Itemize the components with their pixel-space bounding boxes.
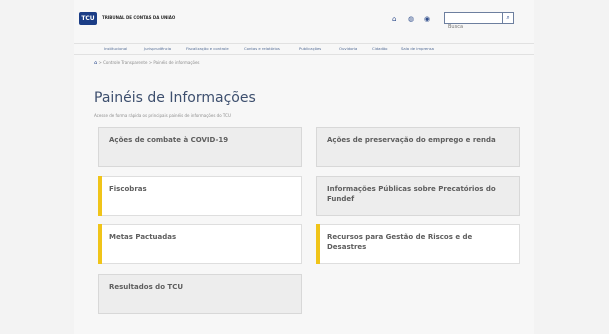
tcu-logo[interactable]: TCU xyxy=(79,12,97,25)
page-subtitle: Acesse de forma rápida os principais pai… xyxy=(94,113,231,118)
breadcrumb-home-icon[interactable]: ⌂ xyxy=(94,60,97,66)
panel-card-label: Informações Públicas sobre Precatórios d… xyxy=(327,185,496,203)
panel-card-covid[interactable]: Ações de combate à COVID-19 xyxy=(98,127,302,167)
nav-item-imprensa[interactable]: Sala de imprensa xyxy=(401,46,434,51)
panel-card-label: Ações de combate à COVID-19 xyxy=(109,136,229,144)
panel-card-precatorios-fundef[interactable]: Informações Públicas sobre Precatórios d… xyxy=(316,176,520,216)
accessibility-icon[interactable]: ◉ xyxy=(424,15,430,23)
panel-card-emprego-renda[interactable]: Ações de preservação do emprego e renda xyxy=(316,127,520,167)
page-title: Painéis de Informações xyxy=(94,90,256,106)
nav-item-contas[interactable]: Contas e relatórios xyxy=(244,46,280,51)
map-icon[interactable]: ◍ xyxy=(408,15,414,23)
panel-card-label: Resultados do TCU xyxy=(109,283,184,291)
nav-item-jurisprudencia[interactable]: Jurisprudência xyxy=(144,46,171,51)
breadcrumb: ⌂ > Controle Transparente > Painéis de i… xyxy=(94,60,200,66)
breadcrumb-item-controle[interactable]: Controle Transparente xyxy=(103,60,147,65)
nav-item-institucional[interactable]: Institucional xyxy=(104,46,127,51)
home-icon[interactable]: ⌂ xyxy=(392,15,396,23)
panel-card-label: Recursos para Gestão de Riscos e de Desa… xyxy=(327,233,473,251)
organization-name[interactable]: TRIBUNAL DE CONTAS DA UNIÃO xyxy=(102,15,175,20)
panel-card-label: Fiscobras xyxy=(109,185,147,193)
breadcrumb-item-paineis: Painéis de informações xyxy=(153,60,200,65)
nav-item-cidadao[interactable]: Cidadão xyxy=(372,46,388,51)
nav-item-fiscalizacao[interactable]: Fiscalização e controle xyxy=(186,46,229,51)
panel-card-resultados-tcu[interactable]: Resultados do TCU xyxy=(98,274,302,314)
panel-card-label: Ações de preservação do emprego e renda xyxy=(327,136,496,144)
nav-item-publicacoes[interactable]: Publicações xyxy=(299,46,321,51)
nav-item-ouvidoria[interactable]: Ouvidoria xyxy=(339,46,357,51)
panel-card-riscos-desastres[interactable]: Recursos para Gestão de Riscos e de Desa… xyxy=(316,224,520,264)
page-container: TCU TRIBUNAL DE CONTAS DA UNIÃO ⌂ ◍ ◉ ⌕ … xyxy=(74,0,534,334)
breadcrumb-separator: > xyxy=(98,60,102,65)
search-input[interactable] xyxy=(445,22,505,32)
search-box: ⌕ xyxy=(444,12,514,32)
site-header: TCU TRIBUNAL DE CONTAS DA UNIÃO ⌂ ◍ ◉ ⌕ xyxy=(74,0,534,36)
panel-card-metas-pactuadas[interactable]: Metas Pactuadas xyxy=(98,224,302,264)
breadcrumb-separator: > xyxy=(148,60,153,65)
search-icon[interactable]: ⌕ xyxy=(502,13,513,23)
panel-card-label: Metas Pactuadas xyxy=(109,233,177,241)
panel-card-fiscobras[interactable]: Fiscobras xyxy=(98,176,302,216)
main-navigation: Institucional Jurisprudência Fiscalizaçã… xyxy=(74,43,534,55)
